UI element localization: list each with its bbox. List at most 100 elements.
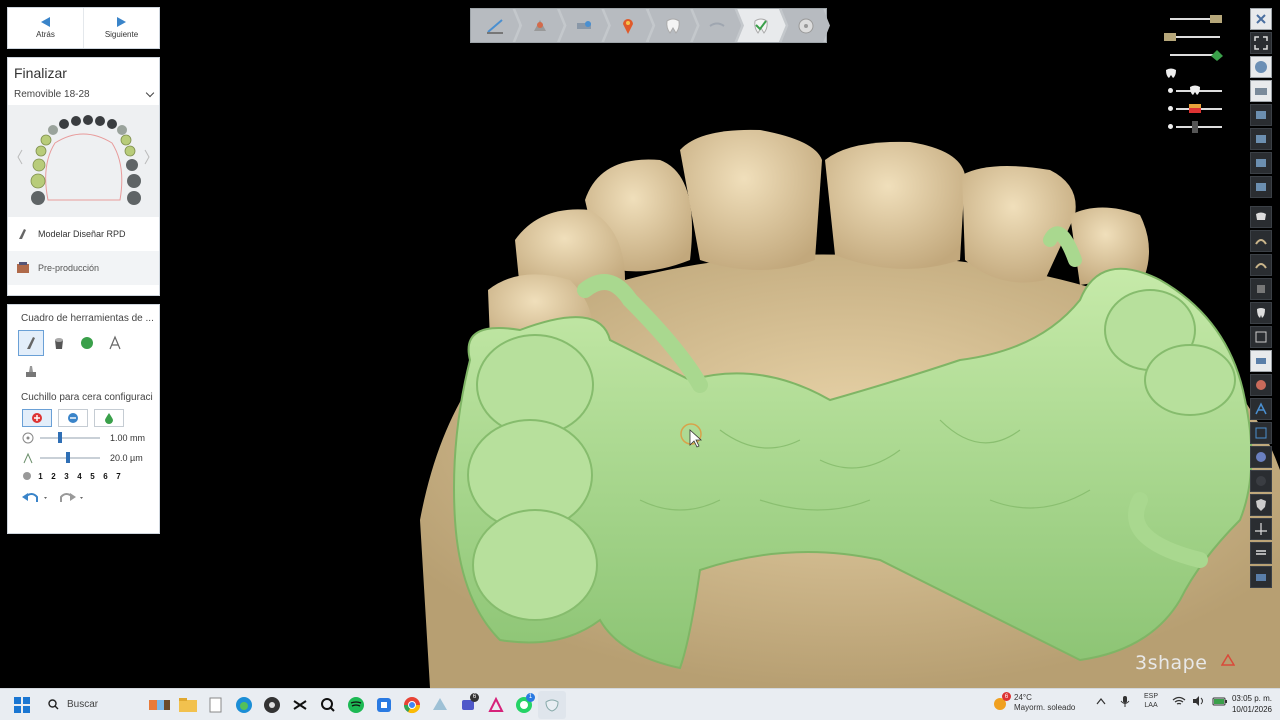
size-slider[interactable] [40, 432, 100, 443]
tooth-view-button[interactable] [1250, 302, 1272, 324]
edge-app[interactable] [230, 691, 258, 719]
view-globe-button[interactable] [1250, 56, 1272, 78]
acrobat-app[interactable] [482, 691, 510, 719]
view-top-button[interactable] [1250, 80, 1272, 102]
visibility-slider-2[interactable] [1162, 28, 1232, 46]
search-box[interactable]: Buscar [40, 693, 146, 717]
visibility-slider-5[interactable] [1162, 82, 1232, 100]
3shape-app-icon [545, 699, 559, 712]
view-right-button[interactable] [1250, 152, 1272, 174]
scan-tool-button[interactable] [515, 9, 564, 42]
model-view-button[interactable] [1250, 254, 1272, 276]
sphere-tool-button[interactable] [74, 330, 100, 356]
smooth-wax-button[interactable] [94, 409, 124, 427]
preset-3-button[interactable]: 3 [62, 472, 71, 481]
search-app[interactable] [314, 691, 342, 719]
text-tool-button[interactable] [102, 330, 128, 356]
stamp-tool-button[interactable] [18, 358, 44, 384]
logo-triangle-icon [1221, 654, 1235, 666]
visibility-controls [1162, 10, 1232, 136]
size-slider-thumb[interactable] [58, 432, 62, 443]
preset-1-button[interactable]: 1 [36, 472, 45, 481]
step-preproduction[interactable]: Pre-producción [8, 251, 159, 285]
obs-app[interactable] [258, 691, 286, 719]
fullscreen-button[interactable] [1250, 32, 1272, 54]
preset-7-button[interactable]: 7 [114, 472, 123, 481]
dental-model-view[interactable] [0, 0, 1280, 688]
finish-tool-button[interactable] [781, 9, 830, 42]
preset-4-button[interactable]: 4 [75, 472, 84, 481]
visibility-slider-7[interactable] [1162, 118, 1232, 136]
color-view-button[interactable] [1250, 374, 1272, 396]
capcut-app[interactable] [286, 691, 314, 719]
weather-widget[interactable]: 6 24°C Mayorm. soleado [992, 692, 1075, 713]
temperature: 24°C [1014, 693, 1032, 702]
snapshot-button[interactable] [1250, 446, 1272, 468]
widgets-app[interactable] [146, 691, 174, 719]
measure-button[interactable] [1250, 422, 1272, 444]
knife-mode-row [8, 403, 159, 427]
volume-icon[interactable] [1192, 695, 1206, 707]
microphone-icon[interactable] [1120, 695, 1130, 707]
next-button[interactable]: Siguiente [83, 8, 159, 48]
scan-view-button[interactable] [1250, 278, 1272, 300]
shield-button[interactable] [1250, 494, 1272, 516]
spotify-app[interactable] [342, 691, 370, 719]
clock[interactable]: 03:05 p. m. 10/01/2026 [1222, 693, 1272, 715]
redo-button[interactable] [58, 491, 84, 505]
file-explorer-app[interactable] [174, 691, 202, 719]
wifi-icon[interactable] [1172, 695, 1186, 707]
tooth-tool-button[interactable] [648, 9, 697, 42]
preset-2-button[interactable]: 2 [49, 472, 58, 481]
chrome-app[interactable] [398, 691, 426, 719]
tooth-chart[interactable] [8, 105, 159, 217]
start-button[interactable] [8, 691, 36, 719]
margin-tool-button[interactable] [471, 9, 520, 42]
axis-button[interactable] [1250, 518, 1272, 540]
close-button[interactable] [1250, 8, 1272, 30]
case-selector[interactable]: Removible 18-28 [8, 85, 159, 103]
undo-button[interactable] [22, 491, 48, 505]
add-wax-button[interactable] [22, 409, 52, 427]
visibility-slider-3[interactable] [1162, 46, 1232, 64]
wax-knife-tool-button[interactable] [18, 330, 44, 356]
mesh-app[interactable] [426, 691, 454, 719]
framework-tool-button[interactable] [737, 9, 786, 42]
chevron-up-icon[interactable] [1096, 697, 1106, 705]
clasp-tool-button[interactable] [692, 9, 742, 42]
step-design-rpd[interactable]: Modelar Diseñar RPD [8, 217, 159, 251]
preset-5-button[interactable]: 5 [88, 472, 97, 481]
print-button[interactable] [1250, 566, 1272, 588]
pontic-tool-button[interactable] [559, 9, 609, 42]
store-app[interactable] [370, 691, 398, 719]
language-indicator[interactable]: ESP LAA [1144, 692, 1158, 710]
teams-app[interactable]: 6 [454, 691, 482, 719]
remove-wax-button[interactable] [58, 409, 88, 427]
whatsapp-app[interactable]: 1 [510, 691, 538, 719]
view-front-button[interactable] [1250, 104, 1272, 126]
teeth-view-button[interactable] [1250, 206, 1272, 228]
view-left-button[interactable] [1250, 128, 1272, 150]
visibility-slider-4[interactable] [1162, 64, 1232, 82]
3d-viewport[interactable]: Atrás Siguiente Finalizar Removible 18-2… [0, 0, 1280, 688]
3shape-app[interactable] [538, 690, 566, 719]
back-button[interactable]: Atrás [8, 8, 83, 48]
visibility-slider-1[interactable] [1162, 10, 1232, 28]
thickness-slider[interactable] [40, 452, 100, 463]
annotate-button[interactable] [1250, 398, 1272, 420]
preset-6-button[interactable]: 6 [101, 472, 110, 481]
pin-tool-button[interactable] [604, 9, 653, 42]
transparency-icon [1256, 476, 1266, 486]
view-back-button[interactable] [1250, 176, 1272, 198]
bucket-tool-button[interactable] [46, 330, 72, 356]
section-view-button[interactable] [1250, 326, 1272, 348]
green-sphere-icon [81, 337, 93, 349]
document-app[interactable] [202, 691, 230, 719]
chrome-icon [403, 696, 421, 713]
thickness-slider-thumb[interactable] [66, 452, 70, 463]
visibility-slider-6[interactable] [1162, 100, 1232, 118]
clipping-view-button[interactable] [1250, 350, 1272, 372]
transparency-button[interactable] [1250, 470, 1272, 492]
layers-button[interactable] [1250, 542, 1272, 564]
jaw-view-button[interactable] [1250, 230, 1272, 252]
